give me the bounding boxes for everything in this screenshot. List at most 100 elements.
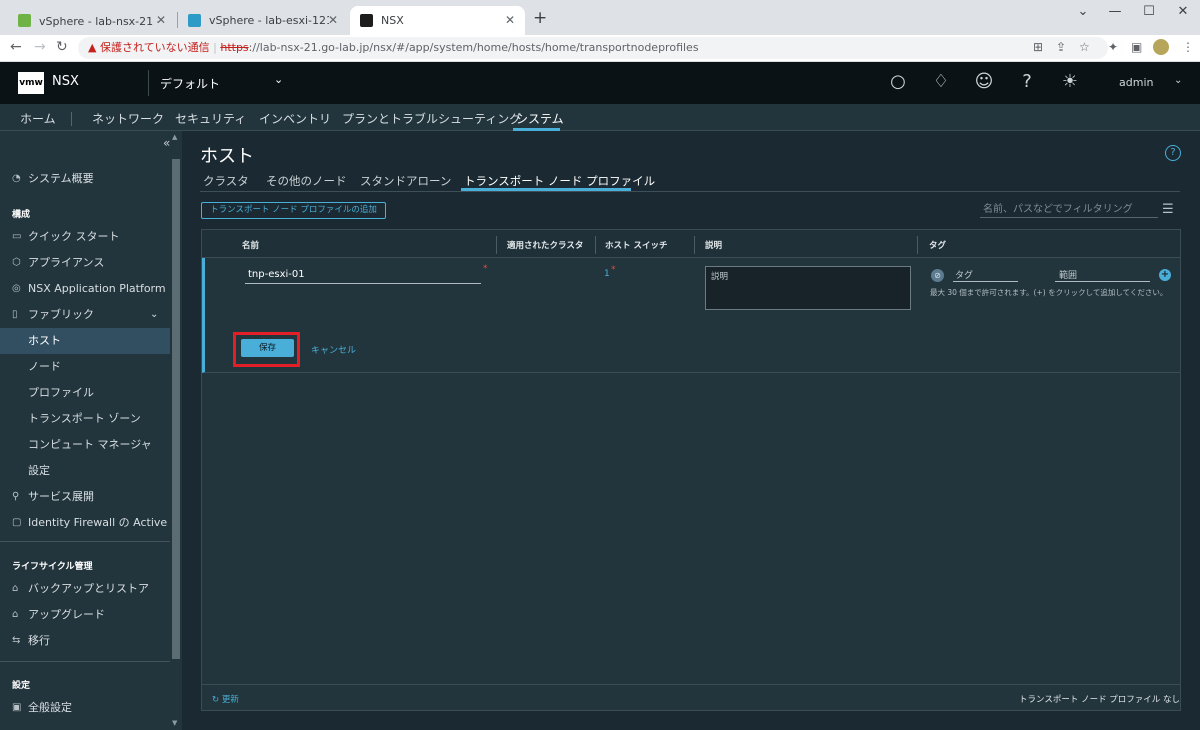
migrate-icon: ⇆ (12, 635, 21, 646)
column-header-applied-cluster[interactable]: 適用されたクラスタ (507, 239, 583, 251)
nav-system[interactable]: システム (516, 110, 564, 127)
scrollbar-thumb[interactable] (172, 159, 180, 659)
tab-clusters[interactable]: クラスタ (203, 173, 249, 189)
chevron-down-icon[interactable]: ⌄ (274, 73, 283, 86)
nav-networking[interactable]: ネットワーク (92, 110, 164, 127)
scroll-down-icon[interactable]: ▼ (172, 719, 177, 727)
cancel-button[interactable]: キャンセル (311, 343, 356, 356)
column-header-description[interactable]: 説明 (705, 239, 722, 251)
reload-icon[interactable]: ↻ (56, 39, 68, 55)
sidebar-item-label: クイック スタート (28, 230, 120, 243)
feedback-smiley-icon[interactable]: ☺ (972, 71, 996, 92)
chevron-down-icon[interactable]: ⌄ (1174, 75, 1182, 86)
sidebar-scrollbar[interactable]: ▲ ▼ (170, 131, 182, 730)
product-title: NSX (52, 74, 79, 89)
sidebar-item-backup-restore[interactable]: ⌂ バックアップとリストア (0, 576, 170, 602)
forward-icon[interactable]: → (34, 39, 46, 55)
sidebar-item-fabric[interactable]: ▯ ファブリック ⌄ (0, 302, 170, 328)
column-header-name[interactable]: 名前 (242, 239, 259, 251)
sidepanel-icon[interactable]: ▣ (1131, 40, 1142, 54)
sidebar-item-hosts[interactable]: ホスト (0, 328, 170, 354)
sidebar-item-nodes[interactable]: ノード (0, 354, 170, 380)
close-icon[interactable]: ✕ (505, 13, 515, 27)
sidebar-item-system-overview[interactable]: ◔ システム概要 (0, 166, 170, 192)
column-divider[interactable] (595, 236, 596, 254)
sidebar-divider (0, 661, 170, 662)
sidebar-item-profiles[interactable]: プロファイル (0, 380, 170, 406)
window-close-icon[interactable]: ✕ (1173, 4, 1193, 19)
theme-sun-icon[interactable]: ☀ (1058, 71, 1082, 92)
help-menu-icon[interactable]: ? (1015, 71, 1039, 92)
profile-avatar[interactable] (1153, 39, 1169, 55)
add-tag-icon[interactable]: + (1159, 269, 1171, 281)
filter-icon[interactable]: ☰ (1162, 202, 1174, 217)
filter-input[interactable]: 名前、パスなどでフィルタリング (980, 201, 1158, 218)
url-input[interactable]: ▲ 保護されていない通信 | https://lab-nsx-21.go-lab… (78, 37, 1108, 59)
sidebar-item-transport-zones[interactable]: トランスポート ゾーン (0, 406, 170, 432)
minimize-icon[interactable]: — (1105, 4, 1125, 19)
app-header: vmw NSX デフォルト ⌄ ○ ♢ ☺ ? ☀ admin ⌄ (0, 62, 1200, 104)
search-icon[interactable]: ○ (886, 71, 910, 92)
nav-inventory[interactable]: インベントリ (259, 110, 331, 127)
column-divider[interactable] (694, 236, 695, 254)
vsphere-favicon-icon (188, 14, 201, 27)
name-input[interactable]: tnp-esxi-01 (245, 268, 481, 284)
sidebar-item-general-settings[interactable]: ▣ 全般設定 (0, 695, 170, 721)
tag-input[interactable]: タグ (953, 268, 1018, 282)
sidebar-item-appliances[interactable]: ⬡ アプライアンス (0, 250, 170, 276)
refresh-button[interactable]: ↻ 更新 (212, 693, 239, 705)
column-divider[interactable] (917, 236, 918, 254)
column-header-host-switch[interactable]: ホスト スイッチ (605, 239, 667, 251)
sidebar-item-fabric-settings[interactable]: 設定 (0, 458, 170, 484)
nav-divider (71, 112, 72, 126)
sidebar-item-upgrade[interactable]: ⌂ アップグレード (0, 602, 170, 628)
scroll-up-icon[interactable]: ▲ (172, 133, 177, 141)
new-tab-button[interactable]: + (533, 8, 547, 28)
sidebar-item-service-deployment[interactable]: ⚲ サービス展開 (0, 484, 170, 510)
browser-menu-icon[interactable]: ⋮ (1182, 40, 1194, 54)
maximize-icon[interactable]: ☐ (1139, 4, 1159, 19)
nav-home[interactable]: ホーム (20, 110, 56, 127)
sidebar-item-identity-firewall[interactable]: ▢ Identity Firewall の Active ... (0, 510, 170, 536)
column-divider[interactable] (496, 236, 497, 254)
browser-tab-3-active[interactable]: NSX ✕ (350, 6, 525, 35)
tab-transport-node-profiles[interactable]: トランスポート ノード プロファイル (464, 173, 655, 189)
sidebar-item-label: ホスト (28, 334, 61, 347)
sidebar-item-nsx-app-platform[interactable]: ◎ NSX Application Platform (0, 276, 170, 302)
bookmark-star-icon[interactable]: ☆ (1079, 40, 1090, 54)
vmware-logo: vmw (18, 72, 44, 94)
user-menu[interactable]: admin (1119, 76, 1153, 89)
tab-other-nodes[interactable]: その他のノード (266, 173, 347, 189)
sidebar-item-quick-start[interactable]: ▭ クイック スタート (0, 224, 170, 250)
host-switch-count-link[interactable]: 1 (604, 269, 610, 279)
cube-icon: ⬡ (12, 257, 21, 268)
description-textarea[interactable]: 説明 (705, 266, 911, 310)
help-icon[interactable]: ? (1165, 145, 1181, 161)
save-button[interactable]: 保存 (241, 339, 294, 357)
tag-scope-icon[interactable]: ⊘ (931, 269, 944, 282)
extensions-icon[interactable]: ✦ (1108, 40, 1118, 54)
bell-icon[interactable]: ♢ (929, 71, 953, 92)
translate-icon[interactable]: ⊞ (1033, 40, 1043, 54)
scope-input[interactable]: 範囲 (1055, 268, 1150, 282)
nav-security[interactable]: セキュリティ (175, 110, 246, 127)
tab-standalone[interactable]: スタンドアローン (360, 173, 451, 189)
close-icon[interactable]: ✕ (156, 13, 166, 27)
close-icon[interactable]: ✕ (328, 13, 338, 27)
browser-tab-1[interactable]: vSphere - lab-nsx-21 - スナップシ ✕ (8, 6, 176, 35)
folder-icon: ▢ (12, 517, 22, 528)
share-icon[interactable]: ⇪ (1056, 40, 1066, 54)
sidebar-item-migrate[interactable]: ⇆ 移行 (0, 628, 170, 654)
required-asterisk: * (611, 265, 616, 275)
chevron-down-icon[interactable]: ⌄ (150, 302, 158, 328)
sidebar-item-label: システム概要 (28, 172, 94, 185)
column-header-tags[interactable]: タグ (929, 239, 946, 251)
tab-search-icon[interactable]: ⌄ (1073, 4, 1093, 19)
nav-plan-troubleshoot[interactable]: プランとトラブルシューティング (342, 110, 521, 127)
main-nav: ホーム ネットワーク セキュリティ インベントリ プランとトラブルシューティング… (0, 104, 1200, 131)
add-transport-node-profile-button[interactable]: トランスポート ノード プロファイルの追加 (201, 202, 386, 219)
back-icon[interactable]: ← (10, 39, 22, 55)
tenant-selector[interactable]: デフォルト (160, 75, 220, 92)
browser-tab-2[interactable]: vSphere - lab-esxi-121.go-lab.jp ✕ (178, 6, 348, 35)
sidebar-item-compute-managers[interactable]: コンピュート マネージャ (0, 432, 170, 458)
